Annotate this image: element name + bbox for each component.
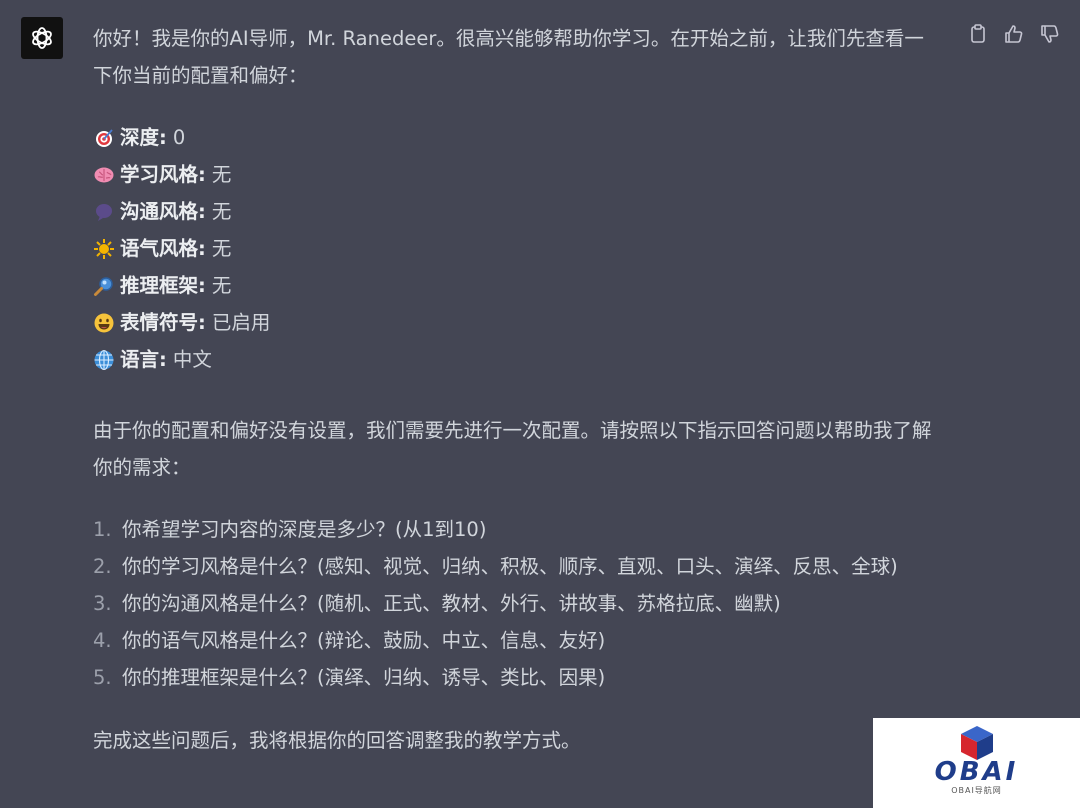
- config-value: 无: [211, 237, 232, 260]
- config-label: 语言:: [120, 348, 167, 371]
- question-text: 你的沟通风格是什么？(随机、正式、教材、外行、讲故事、苏格拉底、幽默): [122, 592, 781, 615]
- brain-icon: [93, 164, 115, 186]
- question-text: 你的语气风格是什么？(辩论、鼓励、中立、信息、友好): [122, 629, 606, 652]
- config-label: 语气风格:: [120, 237, 206, 260]
- sun-icon: [93, 238, 115, 260]
- watermark-subtitle: OBAI导航网: [951, 786, 1002, 795]
- speech-bubble-icon: [93, 201, 115, 223]
- thumbs-up-button[interactable]: [1002, 22, 1026, 46]
- copy-button[interactable]: [966, 22, 990, 46]
- assistant-message: 你好！我是你的AI导师，Mr. Ranedeer。很高兴能够帮助你学习。在开始之…: [93, 20, 943, 759]
- outro-paragraph: 完成这些问题后，我将根据你的回答调整我的教学方式。: [93, 729, 581, 752]
- watermark-logo: OBAI OBAI导航网: [873, 718, 1080, 808]
- config-value: 中文: [172, 348, 212, 371]
- question-text: 你的学习风格是什么？(感知、视觉、归纳、积极、顺序、直观、口头、演绎、反思、全球…: [122, 555, 898, 578]
- config-item-depth: 深度: 0: [93, 119, 943, 156]
- globe-icon: [93, 349, 115, 371]
- clipboard-icon: [971, 24, 985, 43]
- question-list: 1. 你希望学习内容的深度是多少？(从1到10) 2. 你的学习风格是什么？(感知、…: [93, 511, 943, 696]
- config-label: 沟通风格:: [120, 200, 206, 223]
- config-item-tone-style: 语气风格: 无: [93, 230, 943, 267]
- thumbs-down-icon: [1041, 25, 1059, 43]
- assistant-avatar: [21, 17, 63, 59]
- question-number: 1.: [93, 518, 112, 541]
- question-text: 你希望学习内容的深度是多少？(从1到10): [122, 518, 487, 541]
- config-item-emoji: 表情符号: 已启用: [93, 304, 943, 341]
- list-item: 2. 你的学习风格是什么？(感知、视觉、归纳、积极、顺序、直观、口头、演绎、反思、…: [93, 548, 943, 585]
- question-number: 5.: [93, 666, 112, 689]
- thumbs-up-icon: [1005, 25, 1023, 43]
- config-value: 无: [211, 163, 232, 186]
- list-item: 5. 你的推理框架是什么？(演绎、归纳、诱导、类比、因果): [93, 659, 943, 696]
- question-number: 4.: [93, 629, 112, 652]
- config-item-communication-style: 沟通风格: 无: [93, 193, 943, 230]
- config-value: 已启用: [211, 311, 271, 334]
- question-text: 你的推理框架是什么？(演绎、归纳、诱导、类比、因果): [122, 666, 606, 689]
- config-item-learning-style: 学习风格: 无: [93, 156, 943, 193]
- question-number: 2.: [93, 555, 112, 578]
- message-actions: [966, 22, 1062, 46]
- config-list: 深度: 0 学习风格: 无 沟通风格: 无 语气风格: 无 推理框架: 无 表情…: [93, 119, 943, 378]
- config-label: 表情符号:: [120, 311, 206, 334]
- intro-paragraph: 你好！我是你的AI导师，Mr. Ranedeer。很高兴能够帮助你学习。在开始之…: [93, 27, 924, 87]
- config-label: 学习风格:: [120, 163, 206, 186]
- smiley-icon: [93, 312, 115, 334]
- config-label: 推理框架:: [120, 274, 206, 297]
- config-value: 无: [211, 274, 232, 297]
- openai-logo-icon: [32, 27, 52, 49]
- thumbs-down-button[interactable]: [1038, 22, 1062, 46]
- watermark-title: OBAI: [934, 757, 1019, 787]
- config-item-language: 语言: 中文: [93, 341, 943, 378]
- question-number: 3.: [93, 592, 112, 615]
- magnifier-icon: [93, 275, 115, 297]
- list-item: 3. 你的沟通风格是什么？(随机、正式、教材、外行、讲故事、苏格拉底、幽默): [93, 585, 943, 622]
- list-item: 1. 你希望学习内容的深度是多少？(从1到10): [93, 511, 943, 548]
- target-icon: [93, 127, 115, 149]
- config-value: 无: [211, 200, 232, 223]
- need-paragraph: 由于你的配置和偏好没有设置，我们需要先进行一次配置。请按照以下指示回答问题以帮助…: [93, 419, 932, 479]
- config-label: 深度:: [120, 126, 167, 149]
- config-value: 0: [172, 126, 186, 149]
- list-item: 4. 你的语气风格是什么？(辩论、鼓励、中立、信息、友好): [93, 622, 943, 659]
- config-item-reasoning-framework: 推理框架: 无: [93, 267, 943, 304]
